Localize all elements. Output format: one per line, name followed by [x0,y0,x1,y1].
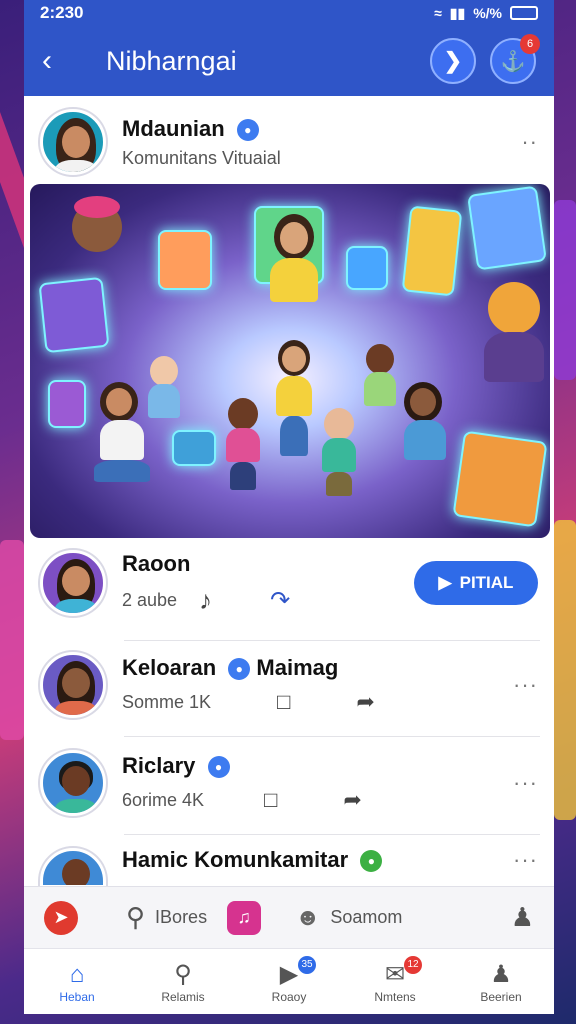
status-time: 2:230 [40,3,84,22]
profile-subtitle: Komunitans Vituaial [122,147,281,168]
share-arrow-icon[interactable]: ➦ [356,689,374,715]
tab-home[interactable]: ⌂ Heban [32,960,122,1004]
bottom-tab-bar: ⌂ Heban ⚲ Relamis ▶ 35 Roaoy ✉ 12 Nmtens… [24,948,554,1014]
tab-label: Heban [59,989,95,1004]
tab-label: Nmtens [374,989,416,1004]
status-icons: ≈ ▮▮ %/% [434,5,538,22]
quick-action-label: IBores [155,907,208,927]
quick-action-red[interactable]: ➤ [44,900,78,935]
more-options-icon[interactable]: ··· [513,770,538,796]
list-item[interactable]: Keloaran ● Maimag Somme 1K □ ➦ ··· [40,652,538,718]
floating-card [38,276,110,354]
floating-card [401,205,463,297]
divider [124,834,540,835]
flag-icon: ➤ [53,907,69,927]
notifications-button[interactable]: ⚓ 6 [490,34,540,84]
tab-label: Relamis [161,989,205,1004]
battery-percent: %/% [473,5,502,21]
user-name: Riclary [122,753,196,778]
avatar[interactable] [40,848,106,888]
follow-button-label: PITIAL [459,573,514,592]
verified-icon: ● [236,118,259,141]
user-meta: 6orime 4K [122,789,205,810]
signal-icon: ▮▮ [449,4,466,21]
more-options-icon[interactable]: ··· [513,672,538,698]
play-icon: ▶ [438,573,452,592]
background-stripe [0,540,24,740]
tab-badge: 12 [404,955,422,974]
user-meta: 2 aube [122,589,178,610]
wifi-icon: ≈ [434,5,442,21]
share-arrow-icon[interactable]: ➦ [343,787,361,813]
verified-icon: ● [360,850,383,873]
search-icon: ⚲ [174,961,192,988]
floating-card [158,230,212,290]
floating-card [452,430,548,528]
avatar[interactable] [40,652,106,718]
back-arrow-icon[interactable]: ‹ [42,44,82,78]
profile-icon: ♟ [490,961,512,988]
user-name: Keloaran [122,655,217,680]
group-icon: ☻ [295,903,321,931]
music-icon: ♫ [237,907,251,927]
home-icon: ⌂ [69,960,85,988]
play-icon: ▶ [279,961,299,988]
background-stripe [554,520,576,820]
search-quick-action[interactable]: ⚲ IBores [126,902,207,933]
status-bar: 2:230 ≈ ▮▮ %/% [24,0,554,26]
tab-profile[interactable]: ♟ Beerien [456,960,546,1004]
more-options-icon[interactable]: ·· [521,129,538,155]
comment-icon[interactable]: □ [277,689,290,715]
quick-actions-bar: ➤ ⚲ IBores ♫ ☻ Soamom ♟ [24,886,554,948]
profile-header: Mdaunian ● Komunitans Vituaial ·· [40,104,538,180]
tab-messages[interactable]: ✉ 12 Nmtens [350,955,440,1004]
list-item[interactable]: Hamic Komunkamitar ● ··· [40,847,538,888]
chat-icon: ✉ [384,961,406,988]
top-app-bar: ‹ Nibharngai ❯ ⚓ 6 [24,26,554,96]
community-quick-action[interactable]: ☻ Soamom [295,904,402,932]
tab-search[interactable]: ⚲ Relamis [138,960,228,1004]
profile-name: Mdaunian [122,115,225,141]
follow-button[interactable]: ▶ PITIAL [414,561,538,605]
tab-badge: 35 [298,955,316,974]
list-item[interactable]: Riclary ● 6orime 4K □ ➦ ··· [40,750,538,816]
notification-badge: 6 [520,34,540,54]
more-options-icon[interactable]: ··· [513,847,538,873]
user-name-secondary: Maimag [256,655,339,680]
share-arrow-icon[interactable]: ↷ [270,586,290,615]
list-item[interactable]: Raoon 2 aube ♪ ↷ ▶ PITIAL [40,550,538,616]
tab-play[interactable]: ▶ 35 Roaoy [244,955,334,1004]
divider [124,640,540,641]
user-meta: Somme 1K [122,691,212,712]
battery-icon [510,6,538,20]
user-name: Raoon [122,550,191,576]
tab-label: Roaoy [271,989,307,1004]
music-note-icon[interactable]: ♪ [199,585,212,616]
verified-icon: ● [207,756,230,779]
floating-card [172,430,216,466]
avatar[interactable] [40,550,106,616]
divider [124,736,540,737]
search-icon: ⚲ [126,902,146,932]
background-stripe [554,200,576,380]
person-icon[interactable]: ♟ [511,902,534,933]
hero-illustration[interactable] [30,184,550,538]
verified-icon: ● [228,658,251,681]
floating-card [467,185,547,271]
quick-action-label: Soamom [330,907,403,927]
share-button[interactable]: ❯ [430,38,476,84]
avatar[interactable] [40,109,106,175]
content-panel: Mdaunian ● Komunitans Vituaial ·· Raoon … [24,96,554,1014]
floating-card [346,246,388,290]
comment-icon[interactable]: □ [264,787,277,813]
bell-icon: ⚓ [500,50,526,73]
share-icon: ❯ [443,48,463,73]
avatar[interactable] [40,750,106,816]
tab-label: Beerien [480,989,522,1004]
user-name: Hamic Komunkamitar [122,847,349,872]
quick-action-pink[interactable]: ♫ [227,900,262,935]
floating-card [48,380,86,428]
page-title: Nibharngai [106,45,237,76]
